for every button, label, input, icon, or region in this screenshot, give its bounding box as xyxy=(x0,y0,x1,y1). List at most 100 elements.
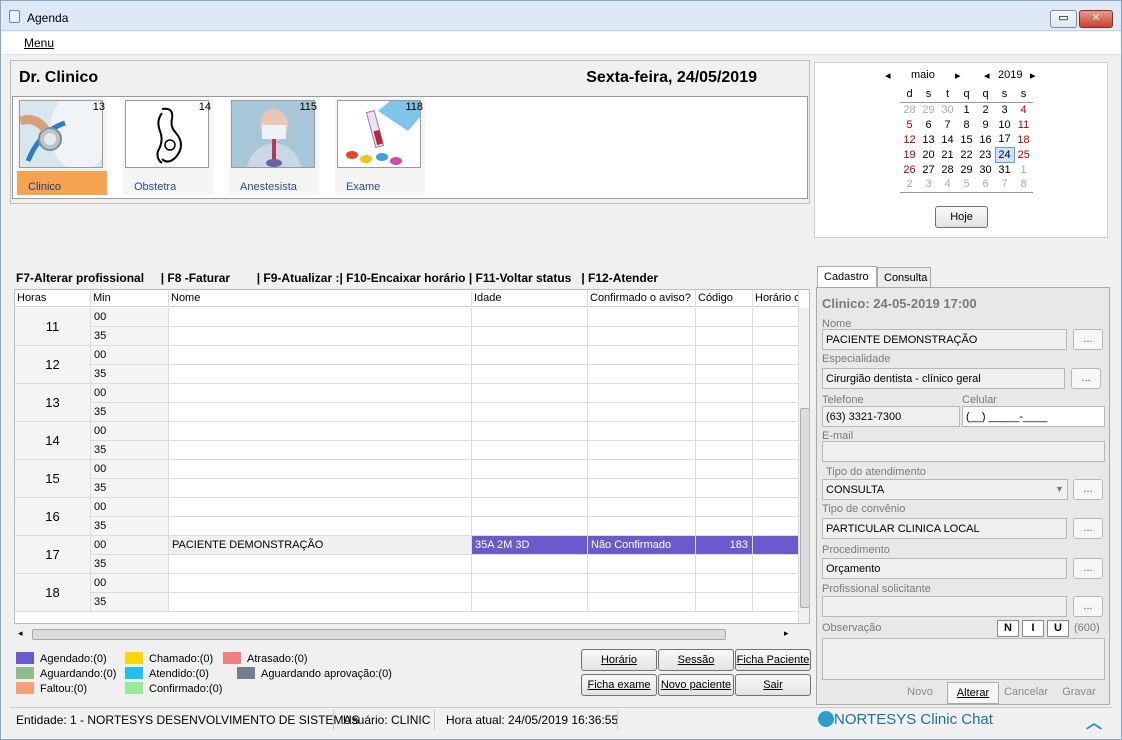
grid-cell[interactable] xyxy=(753,403,799,422)
grid-cell[interactable] xyxy=(472,479,588,498)
calendar-day[interactable]: 30 xyxy=(976,162,995,177)
grid-cell[interactable] xyxy=(753,536,799,555)
table-row[interactable]: 35 xyxy=(15,555,799,574)
minute-cell[interactable]: 00 xyxy=(91,574,169,593)
minute-cell[interactable]: 35 xyxy=(91,327,169,346)
grid-cell[interactable] xyxy=(472,460,588,479)
grid-cell[interactable] xyxy=(472,517,588,536)
grid-cell[interactable] xyxy=(753,308,799,327)
grid-cell[interactable] xyxy=(588,327,696,346)
grid-cell[interactable] xyxy=(696,460,753,479)
grid-cell[interactable] xyxy=(588,555,696,574)
calendar-day[interactable]: 14 xyxy=(938,132,957,147)
grid-cell[interactable] xyxy=(472,403,588,422)
grid-cell[interactable]: 183 xyxy=(696,536,753,555)
novo-button[interactable]: Novo xyxy=(894,682,946,704)
col-header-horario[interactable]: Horário c xyxy=(753,290,799,307)
grid-cell[interactable] xyxy=(169,498,472,517)
calendar-day[interactable]: 8 xyxy=(1014,177,1033,193)
grid-cell[interactable] xyxy=(753,574,799,593)
calendar-day[interactable]: 7 xyxy=(938,117,957,132)
grid-cell[interactable] xyxy=(169,365,472,384)
minute-cell[interactable]: 35 xyxy=(91,403,169,422)
table-row[interactable]: 00 xyxy=(15,498,799,517)
grid-cell[interactable] xyxy=(696,327,753,346)
calendar-day[interactable]: 7 xyxy=(995,177,1014,193)
tipo-convenio-lookup-button[interactable]: ... xyxy=(1073,518,1103,539)
sessao-button[interactable]: Sessão xyxy=(658,649,734,671)
scroll-thumb[interactable] xyxy=(32,629,726,640)
grid-cell[interactable] xyxy=(472,574,588,593)
col-header-nome[interactable]: Nome xyxy=(169,290,472,307)
vertical-scrollbar[interactable] xyxy=(798,308,809,623)
calendar-day[interactable]: 30 xyxy=(938,102,957,117)
grid-cell[interactable] xyxy=(753,346,799,365)
calendar-day[interactable]: 15 xyxy=(957,132,976,147)
grid-cell[interactable] xyxy=(696,555,753,574)
calendar-month[interactable]: maio xyxy=(911,69,935,81)
col-header-confirmado[interactable]: Confirmado o aviso? xyxy=(588,290,696,307)
grid-cell[interactable] xyxy=(472,555,588,574)
table-row[interactable]: 35 xyxy=(15,327,799,346)
grid-cell[interactable] xyxy=(753,479,799,498)
grid-cell[interactable] xyxy=(753,460,799,479)
cancelar-button[interactable]: Cancelar xyxy=(1000,682,1052,704)
calendar-day[interactable]: 12 xyxy=(900,132,919,147)
minute-cell[interactable]: 35 xyxy=(91,365,169,384)
calendar-day[interactable]: 28 xyxy=(900,102,919,117)
grid-cell[interactable] xyxy=(472,365,588,384)
restore-button[interactable]: ▭ xyxy=(1050,10,1077,28)
grid-cell[interactable] xyxy=(753,327,799,346)
calendar-day[interactable]: 21 xyxy=(938,147,957,162)
close-button[interactable]: ✕ xyxy=(1079,10,1113,28)
grid-cell[interactable] xyxy=(169,479,472,498)
grid-cell[interactable] xyxy=(696,403,753,422)
grid-cell[interactable] xyxy=(588,498,696,517)
calendar-day[interactable]: 5 xyxy=(957,177,976,193)
calendar-day[interactable]: 3 xyxy=(919,177,938,193)
grid-cell[interactable] xyxy=(169,441,472,460)
telefone-field[interactable]: (63) 3321-7300 xyxy=(822,406,960,427)
grid-cell[interactable]: PACIENTE DEMONSTRAÇÃO xyxy=(169,536,472,555)
grid-cell[interactable] xyxy=(696,479,753,498)
grid-cell[interactable] xyxy=(696,308,753,327)
grid-cell[interactable]: Não Confirmado xyxy=(588,536,696,555)
calendar-day[interactable]: 20 xyxy=(919,147,938,162)
grid-cell[interactable] xyxy=(753,555,799,574)
grid-cell[interactable] xyxy=(696,441,753,460)
calendar-day[interactable]: 13 xyxy=(919,132,938,147)
grid-cell[interactable] xyxy=(169,422,472,441)
grid-cell[interactable] xyxy=(169,555,472,574)
minute-cell[interactable]: 35 xyxy=(91,593,169,612)
grid-cell[interactable] xyxy=(696,498,753,517)
calendar-day[interactable]: 5 xyxy=(900,117,919,132)
minute-cell[interactable]: 00 xyxy=(91,460,169,479)
minute-cell[interactable]: 00 xyxy=(91,308,169,327)
grid-cell[interactable] xyxy=(472,327,588,346)
grid-cell[interactable] xyxy=(696,384,753,403)
grid-cell[interactable] xyxy=(169,403,472,422)
nome-field[interactable]: PACIENTE DEMONSTRAÇÃO xyxy=(822,329,1067,350)
table-row[interactable]: 00 xyxy=(15,422,799,441)
month-prev-icon[interactable]: ◂ xyxy=(885,69,891,82)
calendar-day[interactable]: 25 xyxy=(1014,147,1033,162)
calendar-day[interactable]: 2 xyxy=(900,177,919,193)
table-row[interactable]: 35 xyxy=(15,441,799,460)
calendar-year[interactable]: 2019 xyxy=(998,69,1022,81)
grid-cell[interactable] xyxy=(588,384,696,403)
calendar-day[interactable]: 2 xyxy=(976,102,995,117)
specialty-card-obstetra[interactable]: 14 Obstetra xyxy=(123,98,213,195)
tab-consulta[interactable]: Consulta xyxy=(877,267,931,288)
calendar-day[interactable]: 17 xyxy=(995,132,1014,147)
minute-cell[interactable]: 35 xyxy=(91,441,169,460)
col-header-codigo[interactable]: Código xyxy=(696,290,753,307)
col-header-min[interactable]: Min xyxy=(91,290,169,307)
minute-cell[interactable]: 00 xyxy=(91,422,169,441)
horizontal-scrollbar[interactable]: ◂ ▸ xyxy=(14,626,798,643)
minute-cell[interactable]: 00 xyxy=(91,384,169,403)
procedimento-field[interactable]: Orçamento xyxy=(822,558,1067,579)
bold-button[interactable]: N xyxy=(997,620,1019,637)
grid-cell[interactable] xyxy=(753,365,799,384)
grid-cell[interactable] xyxy=(169,327,472,346)
calendar-day-selected[interactable]: 24 xyxy=(994,146,1015,163)
